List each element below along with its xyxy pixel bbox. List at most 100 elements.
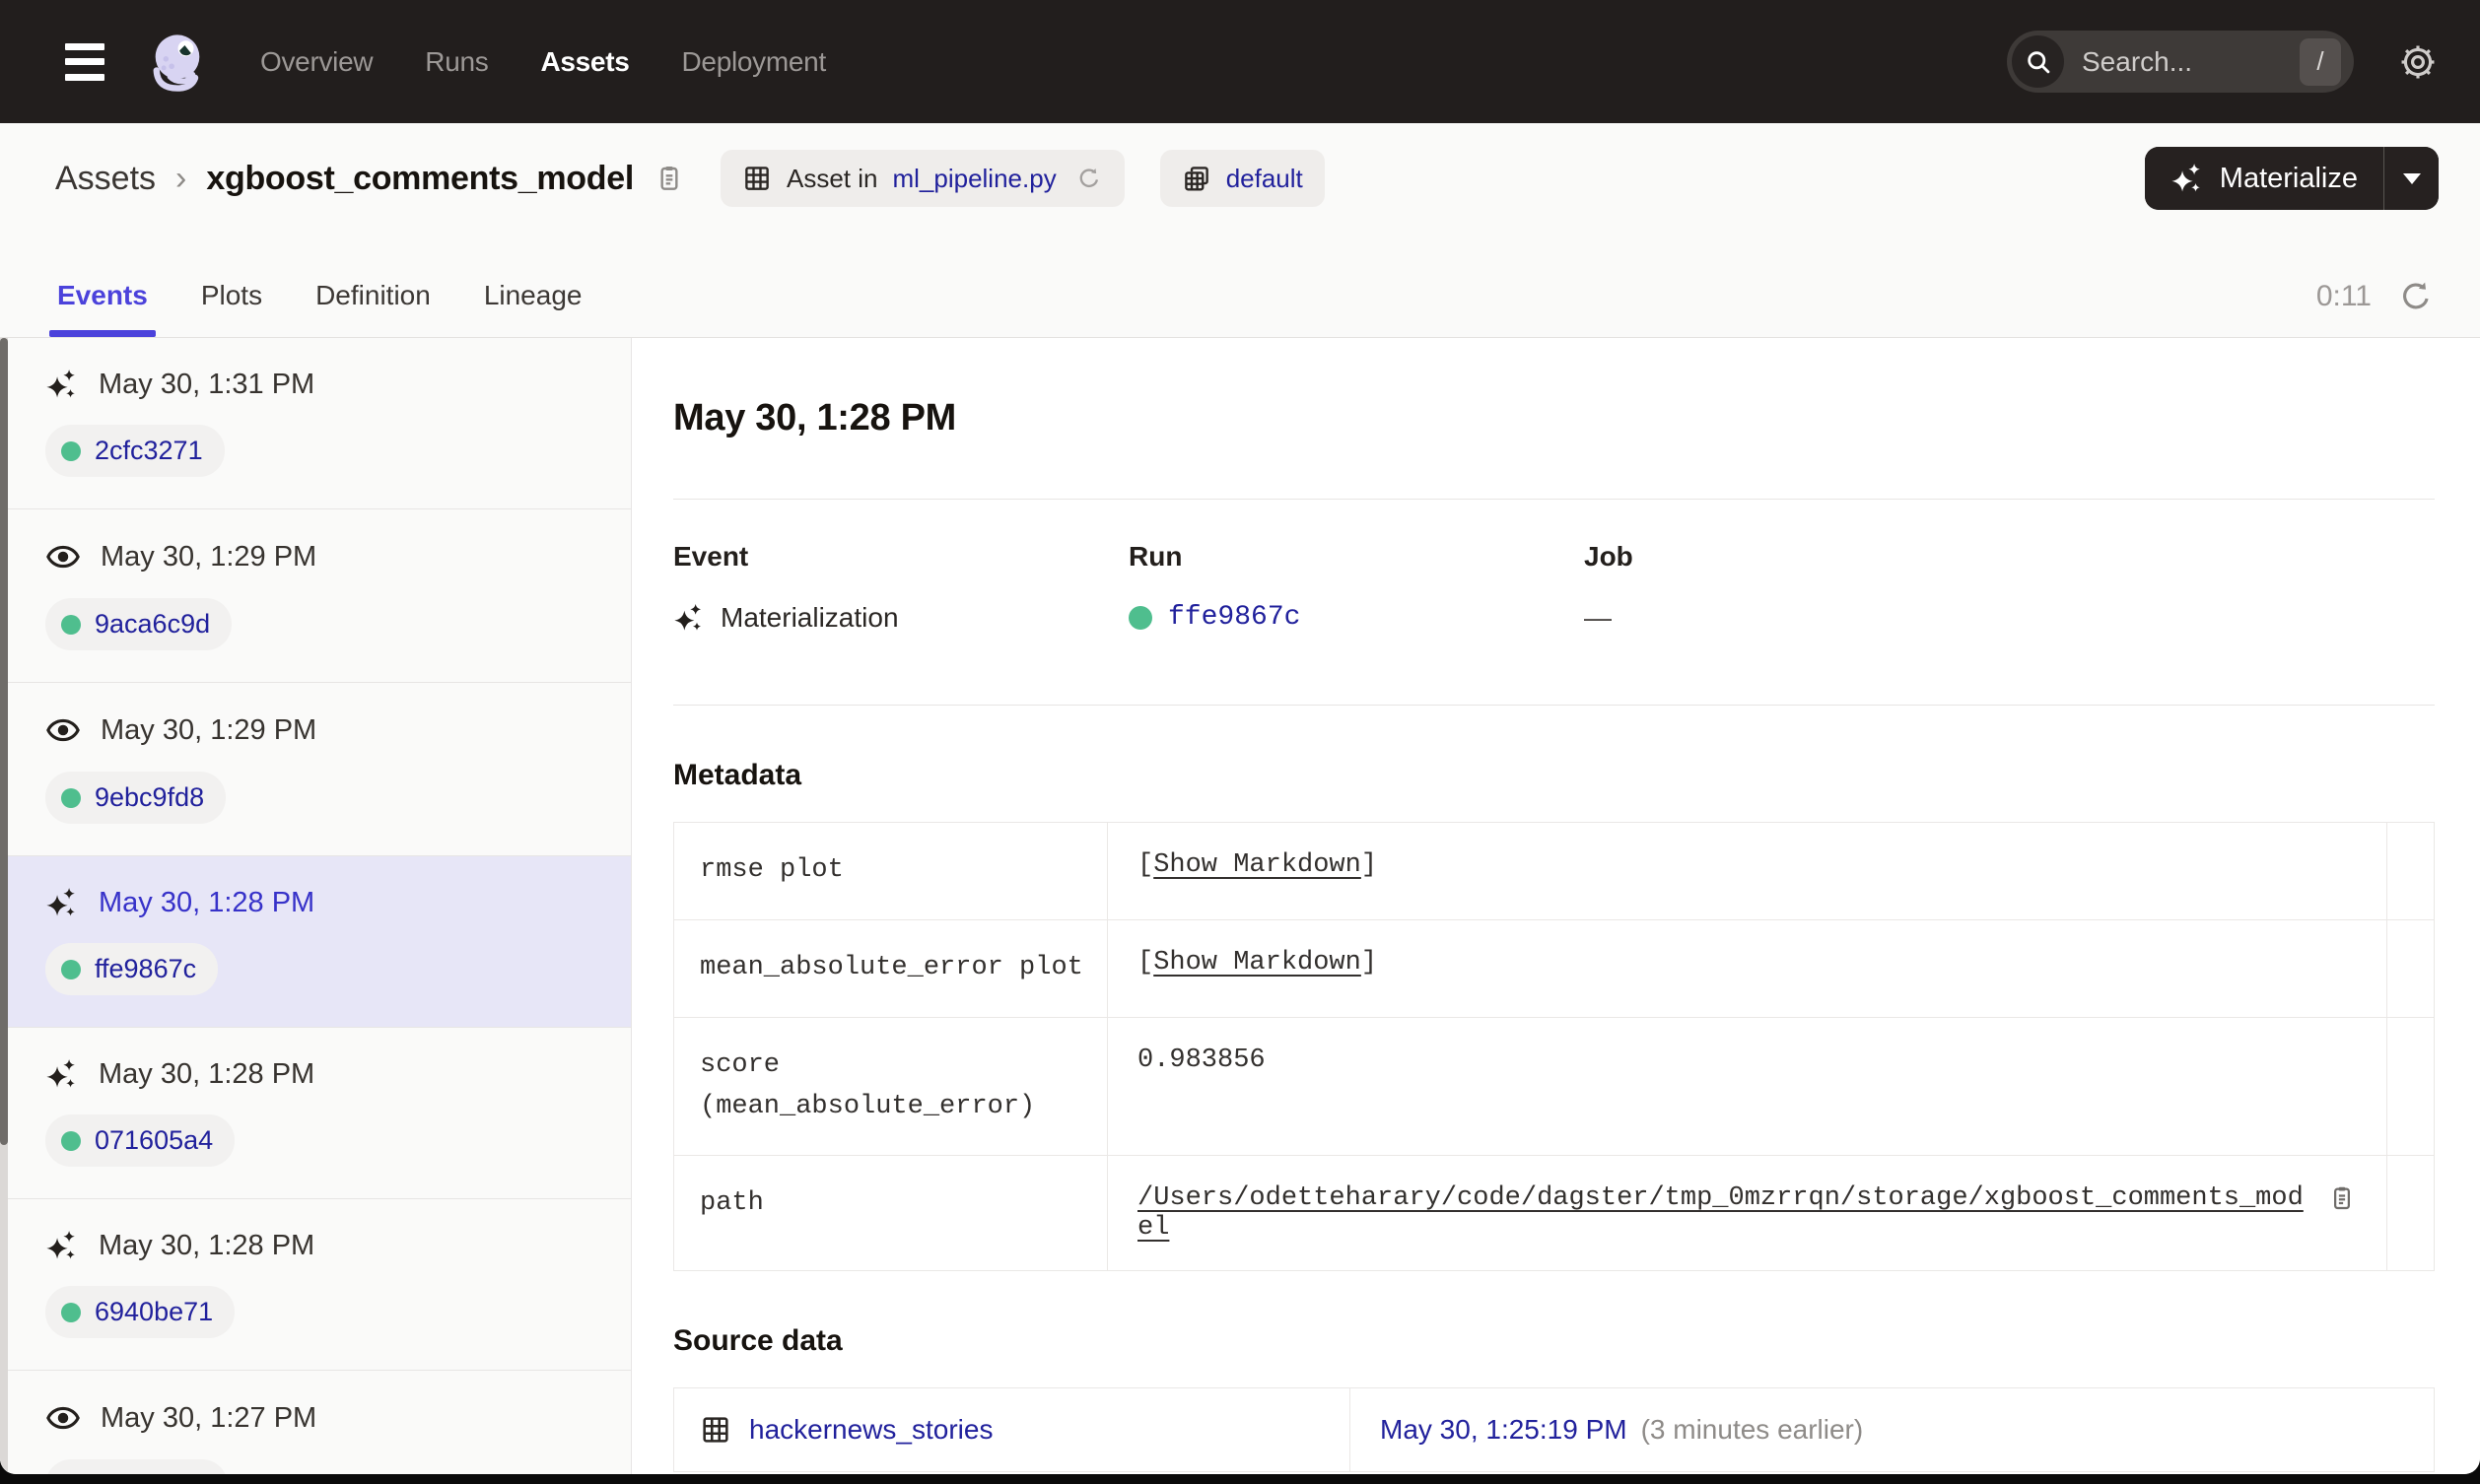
event-time-row: May 30, 1:28 PM — [45, 1229, 601, 1262]
copy-path-icon[interactable] — [2327, 1183, 2357, 1213]
settings-gear-icon[interactable] — [2397, 41, 2439, 83]
metadata-row-gutter — [2386, 919, 2434, 1017]
materialization-icon — [673, 602, 705, 634]
nav-item-assets[interactable]: Assets — [540, 46, 629, 78]
run-id-badge[interactable]: fd540026 — [45, 1459, 228, 1474]
asset-group-chip: default — [1159, 150, 1325, 207]
job-value: — — [1584, 602, 1612, 633]
show-markdown-link[interactable]: Show Markdown — [1153, 850, 1361, 880]
run-id-link[interactable]: ffe9867c — [1168, 602, 1300, 633]
search-placeholder: Search... — [2082, 45, 2193, 77]
reload-code-location-icon[interactable] — [1075, 165, 1103, 192]
refresh-countdown: 0:11 — [2315, 280, 2372, 312]
materialize-label: Materialize — [2219, 162, 2358, 194]
nav-item-deployment[interactable]: Deployment — [682, 46, 827, 78]
run-id-badge[interactable]: ffe9867c — [45, 943, 219, 995]
tab-plots[interactable]: Plots — [199, 280, 264, 337]
app: Overview Runs Assets Deployment Search..… — [0, 0, 2480, 1484]
materialization-icon — [45, 1057, 79, 1091]
materialization-icon — [45, 368, 79, 401]
event-type-value: Materialization — [721, 602, 899, 633]
metadata-row: path/Users/odetteharary/code/dagster/tmp… — [674, 1155, 2434, 1271]
run-column-label: Run — [1129, 541, 1183, 572]
event-list-item[interactable]: May 30, 1:27 PM fd540026 — [0, 1371, 631, 1474]
source-asset-cell: hackernews_stories — [674, 1388, 1350, 1472]
materialize-button[interactable]: Materialize — [2144, 147, 2383, 210]
event-timestamp: May 30, 1:27 PM — [101, 1401, 317, 1434]
job-column-label: Job — [1584, 541, 1633, 572]
tab-lineage[interactable]: Lineage — [482, 280, 585, 337]
event-list-item[interactable]: May 30, 1:29 PM 9aca6c9d — [0, 509, 631, 683]
top-nav: Overview Runs Assets Deployment Search..… — [0, 0, 2480, 123]
show-markdown-link[interactable]: Show Markdown — [1153, 948, 1361, 978]
run-id-link: 6940be71 — [95, 1297, 214, 1326]
event-time-row: May 30, 1:28 PM — [45, 886, 601, 919]
metadata-key: path — [674, 1156, 1108, 1271]
dagster-logo[interactable] — [144, 29, 211, 96]
tab-events[interactable]: Events — [49, 280, 156, 337]
event-timestamp: May 30, 1:31 PM — [99, 368, 315, 400]
metadata-row: mean_absolute_error plot [Show Markdown] — [674, 918, 2434, 1017]
scrollbar[interactable] — [0, 338, 8, 1474]
event-list-item[interactable]: May 30, 1:28 PM 6940be71 — [0, 1199, 631, 1371]
observation-icon — [45, 712, 81, 748]
refresh-icon[interactable] — [2397, 278, 2435, 315]
materialize-sparkle-icon — [2170, 162, 2204, 195]
search-input[interactable]: Search... / — [2007, 31, 2354, 93]
event-timestamp: May 30, 1:28 PM — [99, 886, 315, 918]
copy-asset-name-icon[interactable] — [654, 163, 685, 194]
source-time-link[interactable]: May 30, 1:25:19 PM — [1380, 1414, 1627, 1446]
event-time-row: May 30, 1:27 PM — [45, 1400, 601, 1436]
search-shortcut-key: / — [2300, 37, 2341, 86]
caret-down-icon — [2402, 172, 2421, 184]
path-link[interactable]: /Users/odetteharary/code/dagster/tmp_0mz… — [1137, 1183, 2311, 1243]
asset-group-link[interactable]: default — [1226, 164, 1303, 194]
breadcrumb-assets-link[interactable]: Assets — [55, 160, 156, 198]
event-timestamp: May 30, 1:29 PM — [101, 713, 317, 746]
metadata-row-gutter — [2386, 1156, 2434, 1271]
metadata-value: [Show Markdown] — [1137, 850, 1378, 880]
nav-item-overview[interactable]: Overview — [260, 46, 374, 78]
metadata-heading: Metadata — [673, 759, 802, 791]
run-status-dot — [61, 1302, 81, 1322]
event-list-item[interactable]: May 30, 1:28 PM 071605a4 — [0, 1028, 631, 1199]
run-id-badge[interactable]: 6940be71 — [45, 1286, 236, 1338]
metadata-table: rmse plot [Show Markdown] mean_absolute_er… — [673, 822, 2435, 1272]
materialization-icon — [45, 886, 79, 919]
event-timestamp: May 30, 1:29 PM — [101, 540, 317, 573]
asset-grid-icon — [742, 164, 772, 193]
event-list-item[interactable]: May 30, 1:31 PM 2cfc3271 — [0, 338, 631, 509]
run-id-badge[interactable]: 9aca6c9d — [45, 598, 233, 650]
run-status-dot — [1129, 605, 1152, 630]
run-status-dot — [61, 959, 81, 979]
asset-name-title: xgboost_comments_model — [206, 159, 634, 197]
metadata-value: 0.983856 — [1137, 1045, 1266, 1075]
divider — [673, 499, 2435, 500]
event-list-item[interactable]: May 30, 1:29 PM 9ebc9fd8 — [0, 683, 631, 856]
browser-window: Overview Runs Assets Deployment Search..… — [0, 0, 2480, 1474]
asset-file-link[interactable]: ml_pipeline.py — [892, 164, 1056, 194]
materialize-dropdown-button[interactable] — [2383, 147, 2439, 210]
menu-button[interactable] — [57, 39, 112, 85]
metadata-row-gutter — [2386, 823, 2434, 919]
nav-item-runs[interactable]: Runs — [425, 46, 488, 78]
materialization-icon — [45, 1229, 79, 1262]
metadata-value: /Users/odetteharary/code/dagster/tmp_0mz… — [1108, 1156, 2386, 1270]
event-list-item[interactable]: May 30, 1:28 PM ffe9867c — [0, 856, 631, 1028]
asset-location-prefix: Asset in — [786, 163, 878, 193]
event-list: May 30, 1:31 PM 2cfc3271 May 30, 1:29 PM… — [0, 338, 632, 1474]
scrollbar-thumb[interactable] — [0, 338, 8, 1145]
tab-definition[interactable]: Definition — [313, 280, 433, 337]
run-id-badge[interactable]: 071605a4 — [45, 1114, 236, 1167]
source-asset-link[interactable]: hackernews_stories — [749, 1414, 993, 1446]
run-status-dot — [61, 1130, 81, 1151]
observation-icon — [45, 539, 81, 574]
source-time-cell: May 30, 1:25:19 PM (3 minutes earlier) — [1350, 1388, 2434, 1471]
run-column: Run ffe9867c — [1129, 541, 1584, 634]
metadata-key: rmse plot — [674, 823, 1108, 919]
metadata-key: score (mean_absolute_error) — [674, 1017, 1108, 1156]
content-area: May 30, 1:31 PM 2cfc3271 May 30, 1:29 PM… — [0, 338, 2480, 1474]
run-id-badge[interactable]: 9ebc9fd8 — [45, 772, 227, 824]
run-id-badge[interactable]: 2cfc3271 — [45, 425, 225, 477]
event-detail-panel: May 30, 1:28 PM Event Materialization Ru… — [632, 338, 2480, 1474]
